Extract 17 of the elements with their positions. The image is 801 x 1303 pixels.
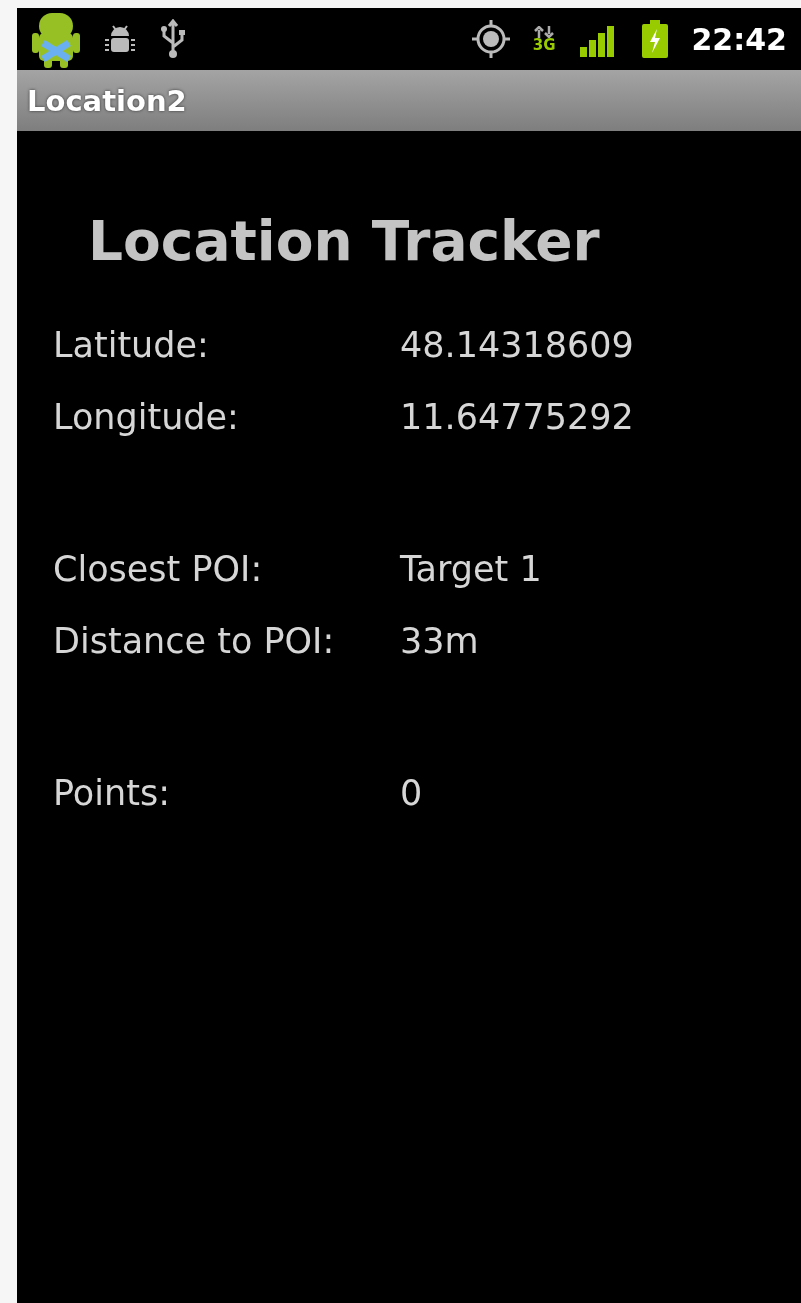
field-label: Closest POI: <box>53 549 264 589</box>
android-bug-icon <box>103 24 137 54</box>
field-value: Target 1 <box>400 549 542 589</box>
battery-charging-icon <box>639 19 670 59</box>
field-label: Points: <box>53 773 171 813</box>
field-label: Longitude: <box>53 397 240 437</box>
heading: Location Tracker <box>88 209 601 273</box>
field-label: Latitude: <box>53 325 210 365</box>
window-title: Location2 <box>27 83 187 118</box>
field-label: Distance to POI: <box>53 621 336 661</box>
clock: 22:42 <box>691 21 787 57</box>
usb-icon <box>159 19 187 59</box>
field-value: 0 <box>400 773 423 813</box>
field-value: 33m <box>400 621 479 661</box>
field-value: 11.64775292 <box>400 397 634 437</box>
field-value: 48.14318609 <box>400 325 634 365</box>
gps-icon <box>470 19 511 59</box>
